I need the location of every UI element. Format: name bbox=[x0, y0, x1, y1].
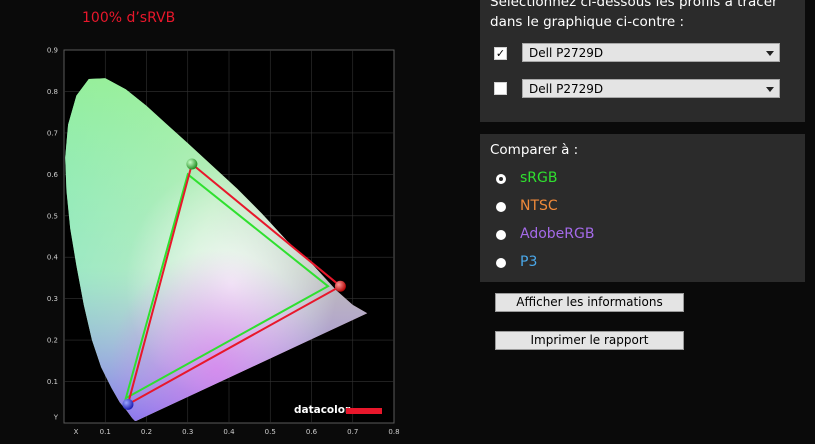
radio-label-srgb: sRGB bbox=[520, 170, 558, 186]
green-primary-point bbox=[186, 158, 198, 170]
profile-2-select[interactable]: Dell P2729D bbox=[522, 79, 780, 98]
y-tick-label: 0.5 bbox=[47, 212, 58, 220]
chevron-down-icon bbox=[766, 87, 774, 92]
radio-label-p3: P3 bbox=[520, 254, 538, 270]
x-tick-label: 0.6 bbox=[306, 428, 318, 436]
profile-1-checkbox[interactable]: ✓ bbox=[494, 47, 507, 60]
x-tick-label: X bbox=[74, 428, 79, 436]
chevron-down-icon bbox=[766, 51, 774, 56]
profile-1-select-value: Dell P2729D bbox=[529, 46, 604, 60]
x-tick-label: 0.7 bbox=[347, 428, 358, 436]
y-tick-label: 0.7 bbox=[47, 129, 58, 137]
compare-heading: Comparer à : bbox=[490, 142, 579, 158]
blue-primary-point bbox=[122, 398, 134, 410]
compare-panel: Comparer à : sRGB NTSC AdobeRGB P3 bbox=[480, 134, 805, 282]
profile-2-checkbox[interactable] bbox=[494, 82, 507, 95]
x-axis-ticks: X 0.1 0.2 0.3 0.4 0.5 0.6 0.7 0.8 bbox=[74, 428, 400, 436]
x-tick-label: 0.4 bbox=[223, 428, 235, 436]
y-tick-label: 0.9 bbox=[47, 47, 58, 55]
profile-1-select[interactable]: Dell P2729D bbox=[522, 43, 780, 62]
y-tick-label: 0.8 bbox=[47, 88, 58, 96]
radio-p3[interactable] bbox=[496, 258, 506, 268]
y-tick-label: 0.3 bbox=[47, 295, 58, 303]
radio-adobergb[interactable] bbox=[496, 230, 506, 240]
y-tick-label: Y bbox=[53, 414, 59, 422]
x-tick-label: 0.2 bbox=[141, 428, 152, 436]
y-tick-label: 0.2 bbox=[47, 337, 58, 345]
radio-srgb[interactable] bbox=[496, 174, 506, 184]
profiles-instruction: Sélectionnez ci-dessous les profils à tr… bbox=[490, 0, 778, 30]
y-tick-label: 0.6 bbox=[47, 171, 59, 179]
datacolor-logo-bar bbox=[346, 408, 382, 414]
x-tick-label: 0.8 bbox=[388, 428, 399, 436]
cie-chromaticity-chart: X 0.1 0.2 0.3 0.4 0.5 0.6 0.7 0.8 Y 0.1 0.2 0.3 0.4 0… bbox=[47, 47, 400, 437]
print-report-button[interactable]: Imprimer le rapport bbox=[495, 331, 684, 350]
datacolor-logo: datacolor bbox=[294, 404, 351, 416]
y-tick-label: 0.4 bbox=[47, 254, 59, 262]
show-info-button[interactable]: Afficher les informations bbox=[495, 293, 684, 312]
y-tick-label: 0.1 bbox=[47, 378, 58, 386]
red-primary-point bbox=[334, 280, 346, 292]
profiles-panel: Sélectionnez ci-dessous les profils à tr… bbox=[480, 0, 805, 122]
radio-label-adobergb: AdobeRGB bbox=[520, 226, 595, 242]
radio-ntsc[interactable] bbox=[496, 202, 506, 212]
x-tick-label: 0.5 bbox=[265, 428, 276, 436]
y-axis-ticks: Y 0.1 0.2 0.3 0.4 0.5 0.6 0.7 0.8 0.9 bbox=[47, 47, 59, 422]
radio-label-ntsc: NTSC bbox=[520, 198, 558, 214]
profile-2-select-value: Dell P2729D bbox=[529, 82, 604, 96]
x-tick-label: 0.3 bbox=[182, 428, 193, 436]
x-tick-label: 0.1 bbox=[100, 428, 111, 436]
